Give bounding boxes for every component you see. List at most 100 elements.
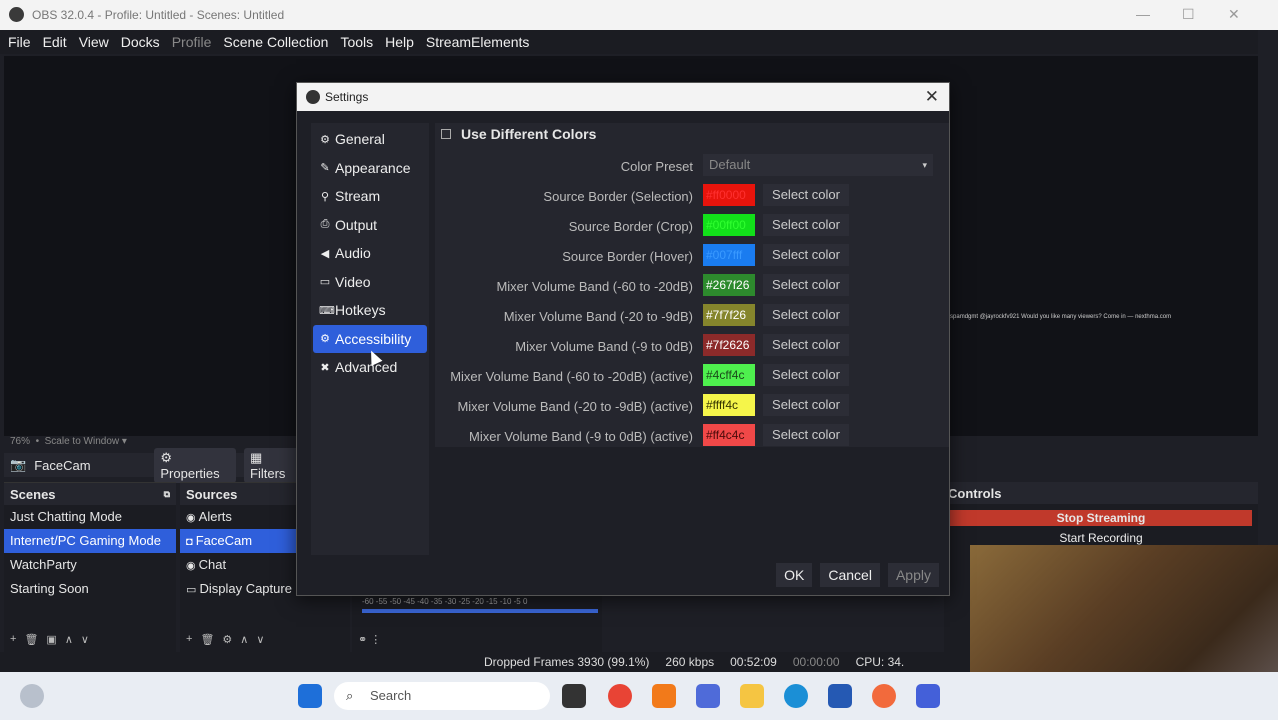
cancel-button[interactable]: Cancel bbox=[820, 563, 880, 587]
store-icon[interactable] bbox=[828, 684, 852, 708]
source-label: Alerts bbox=[198, 509, 232, 524]
obs-logo-icon bbox=[306, 90, 320, 104]
nav-item-general[interactable]: ⚙ General bbox=[313, 125, 427, 154]
dropped-frames: Dropped Frames 3930 (99.1%) bbox=[484, 655, 650, 669]
obs-taskbar-icon[interactable] bbox=[872, 684, 896, 708]
status-bar: Dropped Frames 3930 (99.1%) 260 kbps 00:… bbox=[0, 652, 970, 672]
windows-start-icon[interactable] bbox=[298, 684, 322, 708]
minimize-icon[interactable]: — bbox=[1136, 6, 1150, 22]
volume-slider[interactable] bbox=[362, 609, 598, 613]
select-color-button[interactable]: Select color bbox=[763, 184, 849, 206]
use-different-colors-label: Use Different Colors bbox=[461, 126, 597, 142]
dock-menu-icon[interactable]: ⧉ bbox=[164, 489, 170, 500]
task-view-icon[interactable] bbox=[562, 684, 586, 708]
gear-icon: ⚙ bbox=[320, 133, 330, 146]
add-source-icon[interactable]: + bbox=[186, 633, 192, 646]
menu-edit[interactable]: Edit bbox=[43, 34, 67, 50]
player-app-icon[interactable] bbox=[652, 684, 676, 708]
menu-bar: File Edit View Docks Profile Scene Collection… bbox=[0, 30, 1258, 54]
nav-item-accessibility[interactable]: ⚙ Accessibility bbox=[313, 324, 427, 353]
accessibility-panel: Use Different Colors Color Preset Defaul… bbox=[435, 123, 949, 447]
color-row: Source Border (Crop) #00ff00 Select color bbox=[435, 213, 949, 239]
remove-source-icon[interactable]: 🗑 bbox=[200, 633, 214, 646]
menu-view[interactable]: View bbox=[79, 34, 109, 50]
edge-icon[interactable] bbox=[784, 684, 808, 708]
nav-item-appearance[interactable]: ✎ Appearance bbox=[313, 154, 427, 183]
color-preset-select[interactable]: Default ▾ bbox=[703, 154, 933, 176]
wrench-icon: ✖ bbox=[320, 361, 330, 374]
scene-item[interactable]: Starting Soon bbox=[4, 577, 176, 601]
close-icon[interactable]: ✕ bbox=[925, 87, 939, 107]
menu-tools[interactable]: Tools bbox=[340, 34, 373, 50]
zoom-percent[interactable]: 76% bbox=[10, 436, 30, 447]
more-icon[interactable]: ⋮ bbox=[370, 634, 381, 646]
nav-item-audio[interactable]: ◀ Audio bbox=[313, 239, 427, 268]
nav-item-video[interactable]: ▭ Video bbox=[313, 268, 427, 297]
select-color-button[interactable]: Select color bbox=[763, 394, 849, 416]
apply-button[interactable]: Apply bbox=[887, 563, 939, 587]
select-color-button[interactable]: Select color bbox=[763, 274, 849, 296]
weather-icon[interactable] bbox=[20, 684, 44, 708]
properties-button[interactable]: ⚙ Properties bbox=[154, 447, 237, 483]
rec-time: 00:00:00 bbox=[792, 655, 840, 669]
scene-item[interactable]: Internet/PC Gaming Mode bbox=[4, 529, 176, 553]
source-label: Display Capture bbox=[199, 581, 292, 596]
accessibility-icon: ⚙ bbox=[320, 333, 330, 346]
keyboard-icon: ⌨ bbox=[319, 304, 335, 317]
stream-app-icon[interactable] bbox=[916, 684, 940, 708]
color-row: Mixer Volume Band (-20 to -9dB) (active)… bbox=[435, 393, 949, 419]
start-recording-button[interactable]: Start Recording bbox=[950, 530, 1252, 546]
display-icon: ▭ bbox=[186, 584, 200, 596]
nav-item-stream[interactable]: ⚲ Stream bbox=[313, 182, 427, 211]
chat-icon: ◉ bbox=[186, 560, 199, 572]
remove-scene-icon[interactable]: 🗑 bbox=[24, 633, 38, 646]
menu-streamelements[interactable]: StreamElements bbox=[426, 34, 529, 50]
nav-item-label: Hotkeys bbox=[335, 302, 386, 319]
ok-button[interactable]: OK bbox=[776, 563, 813, 587]
mixer-scale: -60 -55 -50 -45 -40 -35 -30 -25 -20 -15 … bbox=[362, 597, 528, 606]
use-different-colors[interactable]: Use Different Colors bbox=[441, 126, 596, 142]
taskbar-search[interactable]: ⌕ Search bbox=[334, 682, 550, 710]
settings-title-bar: Settings ✕ bbox=[297, 83, 949, 111]
move-up-icon[interactable]: ∧ bbox=[240, 633, 248, 646]
menu-docks[interactable]: Docks bbox=[121, 34, 160, 50]
zoom-mode[interactable]: Scale to Window bbox=[45, 436, 119, 447]
scene-item[interactable]: WatchParty bbox=[4, 553, 176, 577]
color-row: Source Border (Selection) #ff0000 Select c… bbox=[435, 183, 949, 209]
select-color-button[interactable]: Select color bbox=[763, 214, 849, 236]
sources-title: Sources bbox=[186, 486, 238, 502]
select-color-button[interactable]: Select color bbox=[763, 334, 849, 356]
file-explorer-icon[interactable] bbox=[740, 684, 764, 708]
maximize-icon[interactable]: ☐ bbox=[1182, 6, 1195, 23]
settings-nav: ⚙ General ✎ Appearance ⚲ Stream ⎙ Output ◀ Audio ▭… bbox=[311, 123, 429, 555]
source-settings-icon[interactable]: ⚙ bbox=[222, 633, 232, 646]
color-row: Mixer Volume Band (-9 to 0dB) #7f2626 Sele… bbox=[435, 333, 949, 359]
link-icon[interactable]: ⚭ bbox=[358, 634, 367, 646]
nav-item-output[interactable]: ⎙ Output bbox=[313, 211, 427, 240]
game-app-icon[interactable] bbox=[696, 684, 720, 708]
menu-help[interactable]: Help bbox=[385, 34, 414, 50]
menu-file[interactable]: File bbox=[8, 34, 31, 50]
stop-streaming-button[interactable]: Stop Streaming bbox=[950, 510, 1252, 526]
settings-dialog: Settings ✕ ⚙ General ✎ Appearance ⚲ Stream ⎙ Ou… bbox=[296, 82, 950, 596]
filters-button[interactable]: ▦ Filters bbox=[244, 447, 304, 483]
scene-item[interactable]: Just Chatting Mode bbox=[4, 505, 176, 529]
select-color-button[interactable]: Select color bbox=[763, 304, 849, 326]
select-color-button[interactable]: Select color bbox=[763, 244, 849, 266]
chrome-icon[interactable] bbox=[608, 684, 632, 708]
menu-profile[interactable]: Profile bbox=[172, 34, 212, 50]
use-different-colors-checkbox[interactable] bbox=[441, 129, 451, 139]
source-label: Chat bbox=[198, 557, 227, 572]
move-down-icon[interactable]: ∨ bbox=[81, 633, 89, 646]
nav-item-label: General bbox=[335, 131, 385, 148]
select-color-button[interactable]: Select color bbox=[763, 424, 849, 446]
close-icon[interactable]: ✕ bbox=[1228, 6, 1240, 23]
nav-item-hotkeys[interactable]: ⌨ Hotkeys bbox=[313, 296, 427, 325]
filter-icon[interactable]: ▣ bbox=[46, 633, 56, 646]
color-label: Mixer Volume Band (-60 to -20dB) bbox=[496, 279, 693, 294]
move-up-icon[interactable]: ∧ bbox=[65, 633, 73, 646]
menu-scene-collection[interactable]: Scene Collection bbox=[223, 34, 328, 50]
move-down-icon[interactable]: ∨ bbox=[256, 633, 264, 646]
add-scene-icon[interactable]: + bbox=[10, 633, 16, 646]
select-color-button[interactable]: Select color bbox=[763, 364, 849, 386]
